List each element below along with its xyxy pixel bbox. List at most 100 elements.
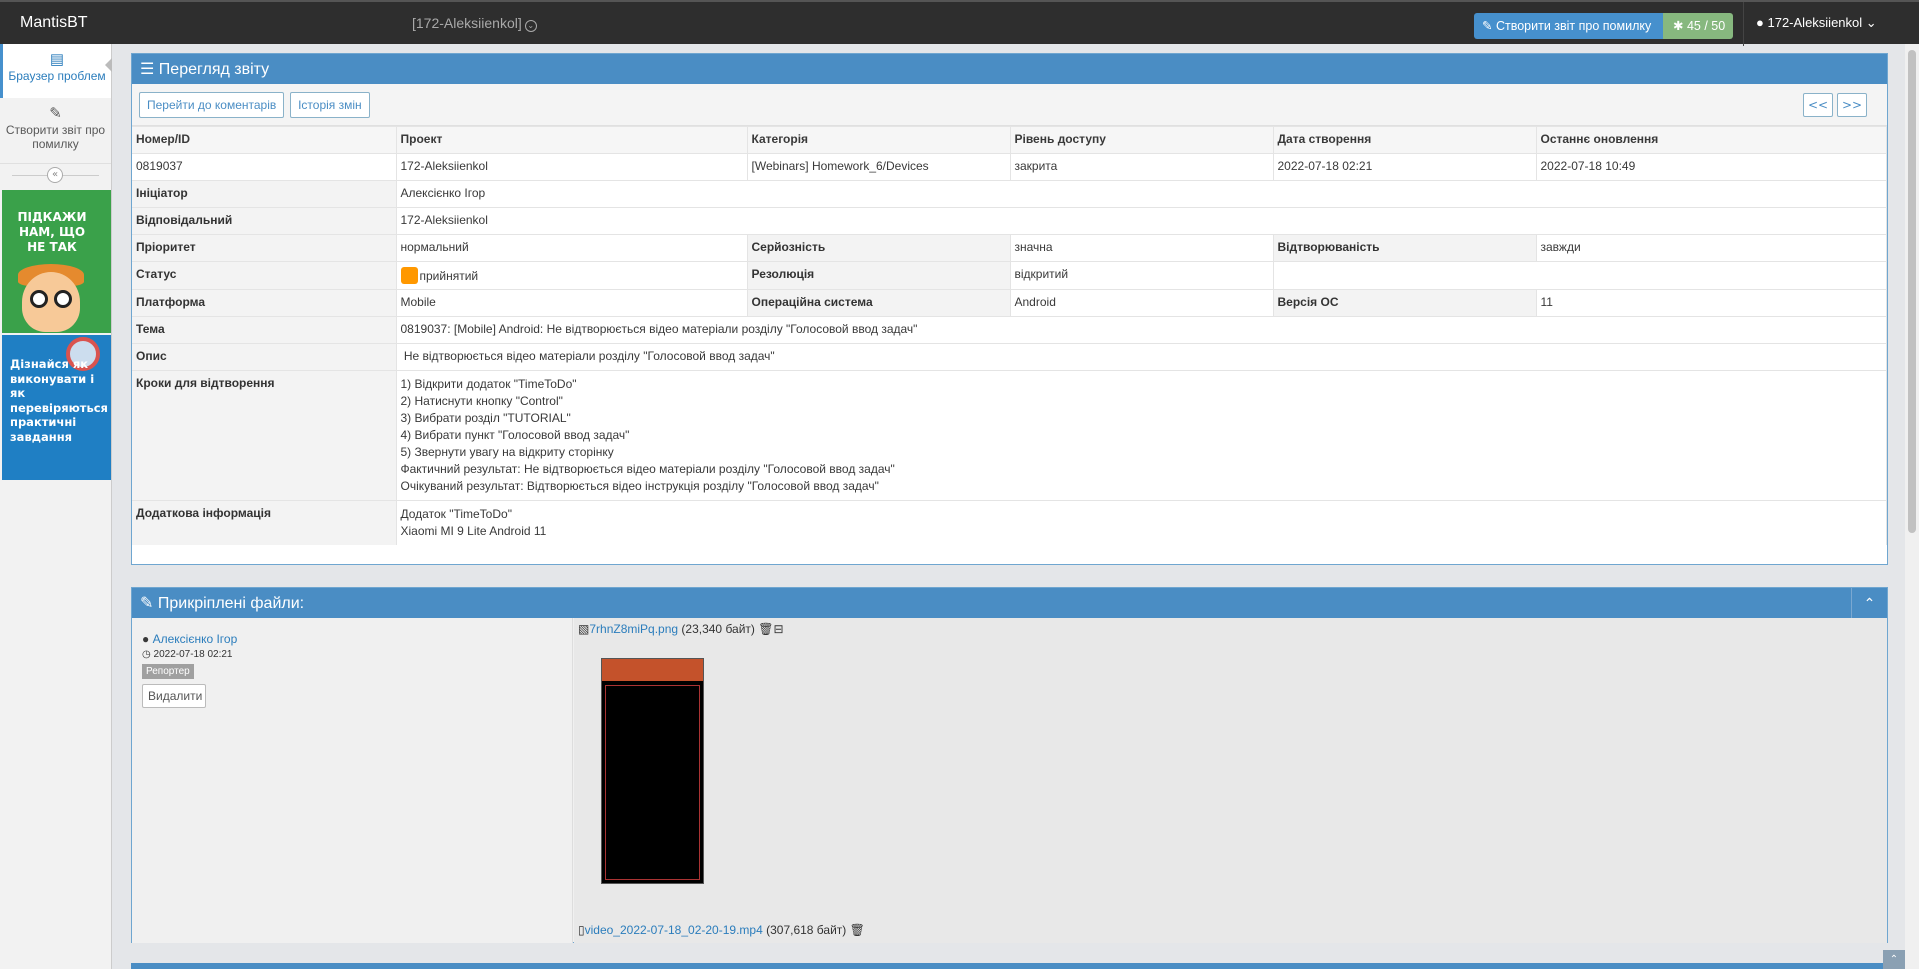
tasks-info-banner[interactable]: Дізнайся як виконувати і як перевіряютьс… (2, 335, 111, 480)
file2-size: (307,618 байт) (766, 923, 847, 937)
attachment-date: 2022-07-18 02:21 (153, 649, 233, 660)
status-cell: прийнятий (396, 261, 748, 290)
author-link[interactable]: Алексієнко Ігор (153, 632, 238, 646)
table-row: 0819037 172-Aleksiienkol [Webinars] Home… (132, 153, 1887, 181)
table-row: Додаткова інформація Додаток "TimeToDo" … (132, 500, 1887, 545)
table-row: Кроки для відтворення 1) Відкрити додато… (132, 370, 1887, 501)
scroll-to-top-button[interactable]: ⌃ (1883, 950, 1905, 969)
summary-label: Тема (132, 316, 397, 344)
table-row: Статус прийнятий Резолюція відкритий (132, 261, 1887, 290)
issue-date-submitted: 2022-07-18 02:21 (1273, 153, 1537, 181)
header-category: Категорія (747, 126, 1011, 154)
panel-header: ☰ Перегляд звіту (132, 54, 1887, 84)
additional-line: Xiaomi MI 9 Lite Android 11 (400, 524, 547, 538)
user-menu[interactable]: ● 172-Aleksiienkol ⌄ (1743, 2, 1919, 46)
issue-category: [Webinars] Homework_6/Devices (747, 153, 1011, 181)
prev-issue-button[interactable]: << (1803, 93, 1833, 117)
double-chevron-left-icon: « (47, 167, 63, 183)
step-line: 3) Вибрати розділ "TUTORIAL" (400, 411, 571, 425)
sidebar-item-label: Браузер проблем (8, 69, 106, 83)
sidebar-collapse-button[interactable]: « (0, 164, 111, 186)
issue-id: 0819037 (132, 153, 397, 181)
trash-icon[interactable]: 🗑 (758, 622, 773, 636)
file2-link[interactable]: video_2022-07-18_02-20-19.mp4 (585, 923, 763, 937)
brand-logo[interactable]: MantisBT (20, 14, 88, 32)
collapse-image-icon[interactable]: ⊟ (773, 622, 783, 636)
collapse-panel-button[interactable]: ⌃ (1851, 588, 1887, 618)
page-scrollbar[interactable] (1905, 44, 1919, 969)
next-panel-header (131, 963, 1888, 969)
os-version-label: Версія ОС (1273, 289, 1537, 317)
issue-project: 172-Aleksiienkol (396, 153, 748, 181)
issue-view-status: закрита (1010, 153, 1274, 181)
list-icon: ▤ (49, 51, 65, 68)
role-badge: Репортер (142, 664, 194, 679)
feedback-banner-text: ПІДКАЖИ НАМ, ЩО НЕ ТАК (17, 210, 87, 254)
description-label: Опис (132, 343, 397, 371)
delete-button[interactable]: Видалити (142, 684, 206, 708)
issue-details-table: Номер/ID Проект Категорія Рівень доступу… (132, 126, 1887, 545)
attachment-file-2: ▯video_2022-07-18_02-20-19.mp4 (307,618 … (578, 923, 865, 937)
sidebar-item-issues[interactable]: ▤ Браузер проблем (0, 44, 112, 98)
scrollbar-thumb[interactable] (1908, 50, 1916, 533)
table-row: Відповідальний 172-Aleksiienkol (132, 207, 1887, 235)
os-version-value: 11 (1536, 289, 1887, 317)
status-color-swatch (400, 267, 418, 284)
severity-label: Серйозність (747, 234, 1011, 262)
report-issue-label: Створити звіт про помилку (1495, 19, 1652, 33)
bug-icon: ✱ (1673, 19, 1684, 33)
issue-count-label: 45 / 50 (1686, 19, 1726, 33)
additional-label: Додаткова інформація (132, 500, 397, 545)
header-project: Проект (396, 126, 748, 154)
file1-size: (23,340 байт) (681, 622, 755, 636)
step-line: 5) Звернути увагу на відкриту сторінку (400, 445, 614, 459)
sidebar-item-label: Створити звіт про помилку (5, 123, 106, 151)
issue-view-panel: ☰ Перегляд звіту Перейти до коментарів І… (131, 53, 1888, 565)
user-icon: ● (1756, 15, 1764, 30)
next-issue-button[interactable]: >> (1837, 93, 1867, 117)
project-label: [172-Aleksiienkol] (412, 15, 522, 31)
trash-icon[interactable]: 🗑 (850, 923, 865, 937)
sidebar-item-report[interactable]: ✎ Створити звіт про помилку (0, 98, 111, 164)
file-icon: ▯ (578, 923, 585, 937)
assigned-value: 172-Aleksiienkol (396, 207, 1887, 235)
initiator-value: Алексієнко Ігор (396, 180, 1887, 208)
additional-line: Додаток "TimeToDo" (400, 507, 512, 521)
table-row: Опис Не відтворюється відео матеріали ро… (132, 343, 1887, 371)
user-name: 172-Aleksiienkol (1767, 15, 1863, 30)
additional-value: Додаток "TimeToDo" Xiaomi MI 9 Lite Andr… (396, 500, 1887, 545)
chevron-up-icon: ⌃ (1863, 595, 1876, 611)
character-glasses-right (54, 290, 72, 308)
severity-value: значна (1010, 234, 1274, 262)
issue-last-update: 2022-07-18 10:49 (1536, 153, 1887, 181)
assigned-label: Відповідальний (132, 207, 397, 235)
jump-to-notes-button[interactable]: Перейти до коментарів (139, 92, 285, 118)
panel-header: ✎ Прикріплені файли: ⌃ (132, 588, 1887, 618)
attachments-panel: ✎ Прикріплені файли: ⌃ ● Алексієнко Ігор… (131, 587, 1888, 943)
os-label: Операційна система (747, 289, 1011, 317)
reproducibility-value: завжди (1536, 234, 1887, 262)
project-selector[interactable]: [172-Aleksiienkol] ⌄ (412, 15, 537, 32)
file1-link[interactable]: 7rhnZ8miPq.png (589, 622, 678, 636)
panel-title: Перегляд звіту (158, 61, 270, 78)
steps-label: Кроки для відтворення (132, 370, 397, 501)
attachment-files: ▧7rhnZ8miPq.png (23,340 байт) 🗑⊟ ▯video_… (574, 618, 1887, 943)
step-line: Фактичний результат: Не відтворюється ві… (400, 462, 895, 476)
chevron-down-icon: ⌄ (524, 20, 537, 32)
issue-count-button[interactable]: ✱ 45 / 50 (1663, 13, 1733, 39)
feedback-banner[interactable]: ПІДКАЖИ НАМ, ЩО НЕ ТАК (2, 190, 111, 333)
table-row: Номер/ID Проект Категорія Рівень доступу… (132, 126, 1887, 154)
platform-label: Платформа (132, 289, 397, 317)
paperclip-icon: ✎ (140, 595, 154, 612)
report-issue-button[interactable]: ✎ Створити звіт про помилку (1474, 13, 1663, 39)
history-button[interactable]: Історія змін (290, 92, 370, 118)
tasks-info-banner-text: Дізнайся як виконувати і як перевіряютьс… (10, 357, 108, 444)
edit-icon: ✎ (49, 105, 62, 122)
attachment-preview-image[interactable] (601, 658, 704, 884)
resolution-value: відкритий (1010, 261, 1274, 290)
step-line: Очікуваний результат: Відтворюється віде… (400, 479, 879, 493)
header-id: Номер/ID (132, 126, 397, 154)
empty-cell (1273, 261, 1887, 290)
character-glasses-left (30, 290, 48, 308)
table-row: Пріоритет нормальний Серйозність значна … (132, 234, 1887, 262)
